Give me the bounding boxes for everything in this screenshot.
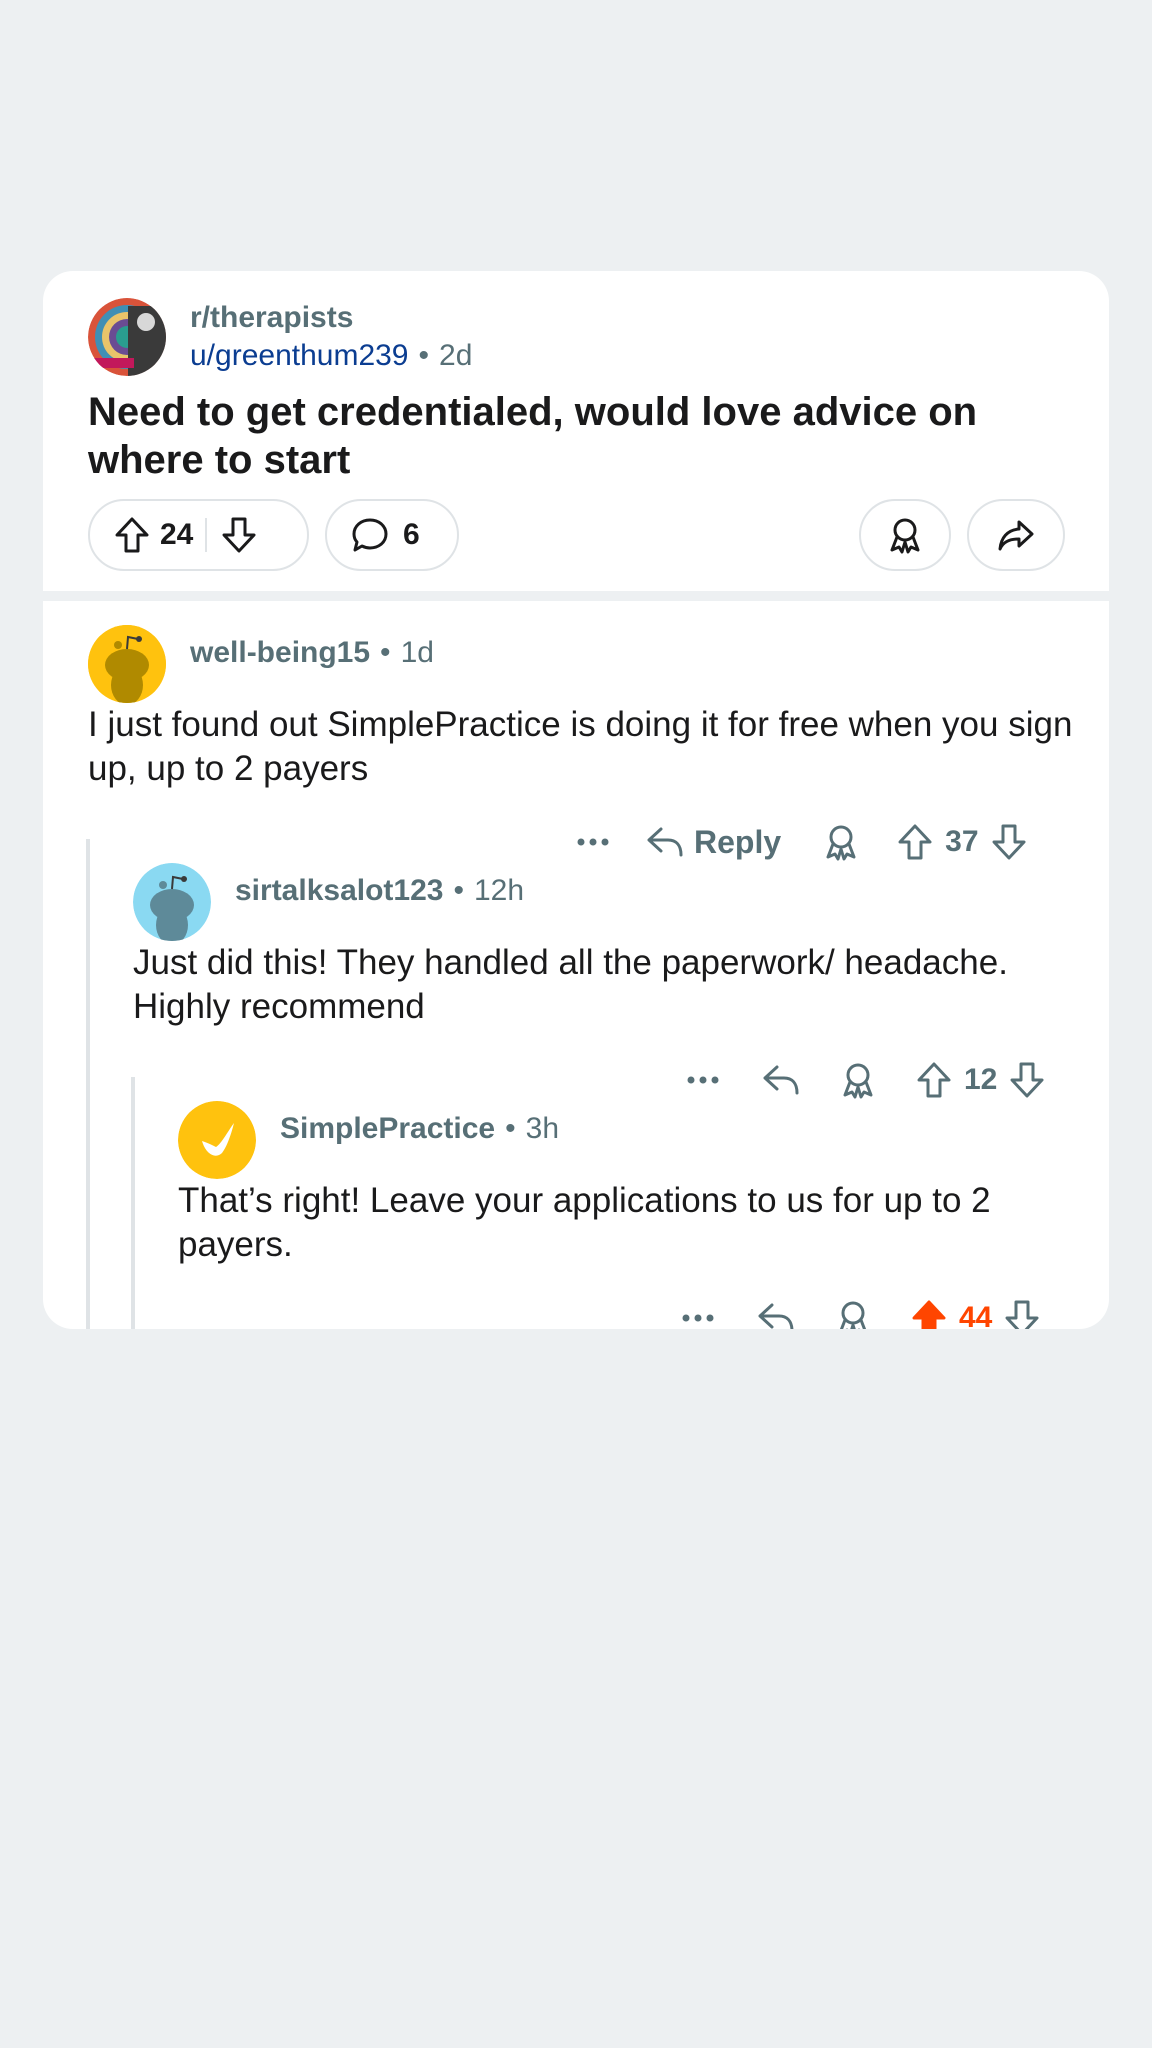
comment-avatar[interactable] — [88, 625, 166, 703]
comment-score: 12 — [964, 1063, 998, 1096]
comment-bubble-icon — [351, 517, 389, 553]
reply-icon — [646, 825, 684, 859]
post-author-link[interactable]: u/greenthum239 — [190, 339, 409, 372]
comment-body[interactable]: That’s right! Leave your applications to… — [178, 1179, 1058, 1267]
reply-icon[interactable] — [762, 1063, 800, 1097]
downvote-icon[interactable] — [1004, 1299, 1040, 1329]
post-award-button[interactable] — [859, 499, 951, 571]
meta-separator: • — [418, 339, 430, 372]
upvote-icon[interactable] — [114, 516, 150, 554]
more-options-icon[interactable] — [576, 837, 610, 847]
award-icon[interactable] — [823, 823, 859, 861]
comment-author[interactable]: sirtalksalot123 — [235, 874, 443, 907]
comment-actions: 44 — [681, 1293, 1040, 1329]
subreddit-avatar[interactable] — [88, 298, 166, 376]
comment-actions: Reply 37 — [576, 817, 1027, 867]
comment-avatar[interactable] — [178, 1101, 256, 1179]
comment-body[interactable]: I just found out SimplePractice is doing… — [88, 703, 1088, 791]
reply-button[interactable]: Reply — [646, 824, 781, 861]
vote-divider — [205, 518, 208, 552]
comment-age: 12h — [473, 874, 525, 907]
upvote-icon[interactable] — [916, 1061, 952, 1099]
subreddit-name[interactable]: r/therapists — [190, 301, 353, 335]
post-comments-divider — [43, 591, 1109, 601]
more-options-icon[interactable] — [686, 1075, 720, 1085]
thread-line-level-1[interactable] — [86, 839, 90, 1329]
comment-actions: 12 — [686, 1055, 1045, 1105]
award-icon[interactable] — [840, 1061, 876, 1099]
comment-author-line: SimplePractice • 3h — [280, 1112, 559, 1146]
downvote-icon[interactable] — [1009, 1061, 1045, 1099]
comment-score: 44 — [959, 1301, 993, 1329]
post-title[interactable]: Need to get credentialed, would love adv… — [88, 388, 1088, 484]
post-age: 2d — [439, 339, 473, 372]
comment-body[interactable]: Just did this! They handled all the pape… — [133, 941, 1033, 1029]
upvote-icon[interactable] — [897, 823, 933, 861]
downvote-icon[interactable] — [991, 823, 1027, 861]
thread-line-level-2[interactable] — [131, 1077, 135, 1329]
comment-author[interactable]: SimplePractice — [280, 1112, 495, 1145]
upvote-icon-active[interactable] — [911, 1299, 947, 1329]
post-header: r/therapists u/greenthum239 • 2d Need to g… — [43, 271, 1109, 591]
comment-age: 1d — [400, 636, 434, 669]
post-card: r/therapists u/greenthum239 • 2d Need to g… — [43, 271, 1109, 1329]
post-vote-count: 24 — [160, 518, 194, 551]
comment-author-line: sirtalksalot123 • 12h — [235, 874, 524, 908]
comment-author-line: well-being15 • 1d — [190, 636, 434, 670]
comment-author[interactable]: well-being15 — [190, 636, 370, 669]
post-vote-pill: 24 — [88, 499, 309, 571]
comment-age: 3h — [525, 1112, 560, 1145]
comment-score: 37 — [945, 825, 979, 858]
share-icon — [997, 518, 1035, 552]
meta-separator: • — [505, 1112, 516, 1145]
post-comments-button[interactable]: 6 — [325, 499, 459, 571]
reply-label: Reply — [694, 823, 782, 860]
more-options-icon[interactable] — [681, 1313, 715, 1323]
meta-separator: • — [380, 636, 391, 669]
award-icon[interactable] — [835, 1299, 871, 1329]
reply-icon[interactable] — [757, 1301, 795, 1329]
post-share-button[interactable] — [967, 499, 1065, 571]
award-icon — [887, 516, 923, 554]
post-comment-count: 6 — [403, 518, 420, 551]
meta-separator: • — [453, 874, 464, 907]
downvote-icon[interactable] — [221, 516, 257, 554]
post-meta: u/greenthum239 • 2d — [190, 339, 472, 373]
comment-avatar[interactable] — [133, 863, 211, 941]
